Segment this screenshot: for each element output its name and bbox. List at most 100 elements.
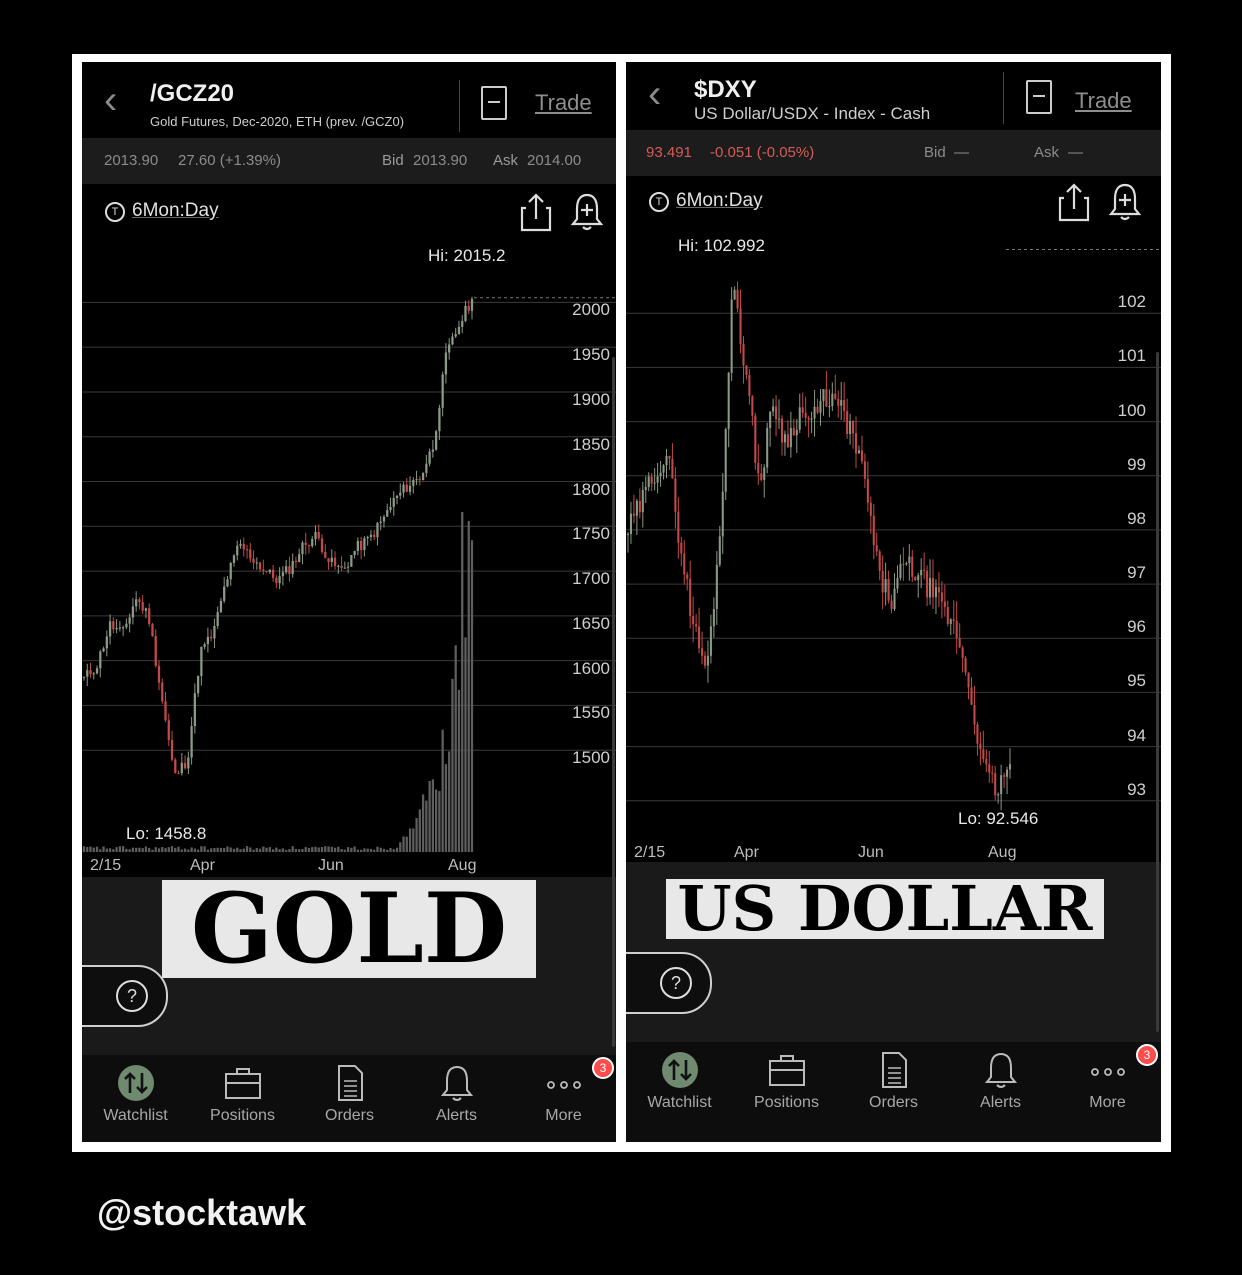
volume-bar	[115, 847, 118, 852]
volume-bar	[268, 847, 271, 852]
volume-bar	[464, 637, 467, 852]
candle-body	[464, 305, 467, 321]
candle-body	[908, 556, 911, 564]
candle-body	[775, 406, 778, 420]
candle-body	[314, 532, 317, 539]
nav-positions[interactable]: Positions	[733, 1042, 840, 1142]
candle-body	[976, 724, 979, 744]
candle-body	[340, 565, 343, 569]
candle-body	[95, 668, 99, 674]
volume-bar	[108, 848, 112, 852]
candle-body	[226, 579, 229, 587]
alert-add-icon[interactable]	[570, 192, 604, 232]
candle-body	[470, 298, 474, 311]
volume-bar	[343, 849, 346, 852]
x-tick-label: Aug	[988, 844, 1017, 861]
nav-orders[interactable]: Orders	[296, 1055, 403, 1142]
candle-body	[777, 418, 781, 420]
candle-body	[854, 433, 858, 454]
candle-body	[843, 399, 846, 412]
candle-body	[982, 749, 985, 760]
candle-body	[141, 602, 144, 611]
nav-positions-label: Positions	[754, 1094, 819, 1111]
back-chevron-icon[interactable]: ‹	[648, 74, 661, 114]
back-chevron-icon[interactable]: ‹	[104, 80, 117, 120]
candle-body	[946, 606, 949, 624]
volume-bar	[229, 847, 232, 852]
volume-bar	[148, 847, 151, 852]
volume-bar	[187, 849, 190, 852]
candle-body	[964, 658, 967, 673]
help-button[interactable]: ?	[82, 965, 168, 1027]
candle-body	[700, 648, 704, 656]
x-tick-label: 2/15	[634, 844, 666, 861]
trade-button[interactable]: Trade	[535, 90, 592, 116]
volume-bar	[200, 846, 203, 852]
document-icon[interactable]	[481, 86, 507, 120]
candle-body	[223, 586, 226, 601]
share-icon[interactable]	[1058, 182, 1090, 222]
candle-body	[154, 636, 157, 666]
volume-bar	[418, 809, 421, 852]
candle-body	[399, 492, 402, 496]
volume-bar	[285, 849, 288, 852]
candle-body	[730, 299, 733, 373]
help-button[interactable]: ?	[626, 952, 712, 1014]
candle-body	[988, 764, 991, 773]
candle-body	[144, 608, 148, 611]
volume-bar	[89, 846, 92, 852]
volume-bar	[281, 848, 285, 852]
candle-body	[229, 562, 232, 580]
nav-positions[interactable]: Positions	[189, 1055, 296, 1142]
candle-body	[692, 616, 695, 625]
volume-bar	[262, 846, 265, 852]
candle-body	[115, 628, 118, 630]
dxy-timeframe[interactable]: 6Mon:Day	[676, 190, 763, 212]
nav-more[interactable]: More 3	[510, 1055, 616, 1142]
candle-body	[766, 427, 769, 468]
volume-bar	[157, 848, 161, 852]
candle-body	[680, 542, 683, 554]
volume-bar	[232, 848, 236, 852]
candle-body	[940, 592, 943, 602]
nav-watchlist[interactable]: Watchlist	[626, 1042, 733, 1142]
candle-body	[991, 772, 994, 774]
volume-bar	[454, 645, 457, 852]
orders-document-icon	[881, 1052, 907, 1088]
nav-alerts[interactable]: Alerts	[403, 1055, 510, 1142]
scrollbar[interactable]	[612, 357, 615, 1047]
alert-add-icon[interactable]	[1108, 182, 1142, 222]
document-icon[interactable]	[1026, 80, 1052, 114]
briefcase-icon	[224, 1068, 261, 1099]
volume-bar	[402, 836, 405, 852]
candle-body	[650, 476, 653, 484]
candle-body	[641, 489, 644, 513]
candle-body	[395, 495, 399, 499]
volume-bar	[428, 780, 431, 852]
nav-orders-label: Orders	[325, 1107, 374, 1124]
nav-watchlist[interactable]: Watchlist	[82, 1055, 189, 1142]
candle-body	[677, 511, 680, 543]
y-tick-label: 102	[1117, 292, 1146, 312]
candle-body	[863, 461, 866, 479]
volume-bar	[314, 846, 317, 852]
nav-more[interactable]: More 3	[1054, 1042, 1161, 1142]
share-icon[interactable]	[520, 192, 552, 232]
candle-body	[434, 431, 438, 450]
volume-bar	[275, 847, 278, 852]
candle-body	[258, 562, 262, 570]
dxy-screen: ‹ $DXY US Dollar/USDX - Index - Cash Tra…	[626, 62, 1161, 1142]
volume-bar	[353, 846, 356, 852]
nav-alerts[interactable]: Alerts	[947, 1042, 1054, 1142]
volume-bar	[135, 847, 138, 852]
candle-body	[213, 625, 216, 639]
volume-bar	[425, 800, 428, 852]
candle-body	[828, 406, 831, 408]
candle-body	[183, 762, 187, 769]
gold-timeframe[interactable]: 6Mon:Day	[132, 200, 219, 222]
candle-body	[405, 484, 408, 492]
scrollbar[interactable]	[1156, 352, 1159, 1032]
candle-body	[174, 759, 177, 774]
nav-orders[interactable]: Orders	[840, 1042, 947, 1142]
trade-button[interactable]: Trade	[1075, 88, 1132, 114]
